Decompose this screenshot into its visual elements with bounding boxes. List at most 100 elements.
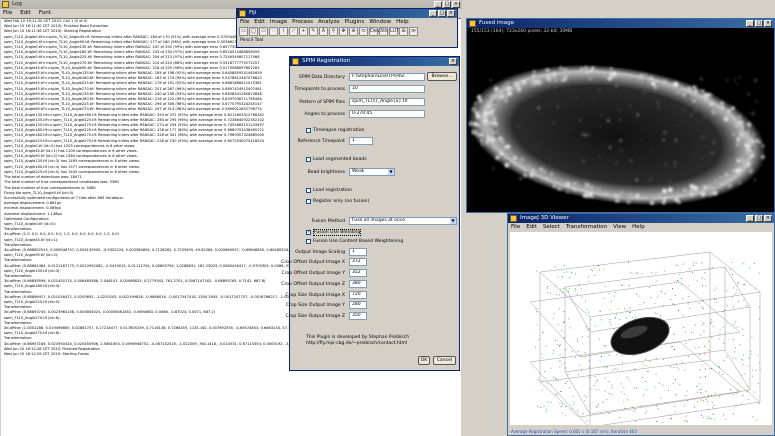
- spim-titlebar[interactable]: SPIM Registration ×: [290, 57, 459, 66]
- bead-point: [543, 405, 545, 407]
- nucleus-dot: [692, 100, 696, 103]
- fiji-titlebar[interactable]: Fiji _ □ ×: [237, 9, 457, 18]
- menu-file[interactable]: File: [240, 18, 249, 26]
- viewer-titlebar[interactable]: ImageJ 3D Viewer _ □ ×: [508, 214, 774, 223]
- chevron-down-icon[interactable]: ▼: [388, 169, 394, 175]
- tool-icon[interactable]: ⊞: [399, 27, 408, 36]
- cancel-button[interactable]: Cancel: [433, 356, 456, 365]
- tool-icon[interactable]: Stk: [379, 27, 388, 36]
- menu-file[interactable]: File: [511, 223, 520, 231]
- ok-button[interactable]: OK: [418, 356, 430, 365]
- menu-analyze[interactable]: Analyze: [318, 18, 340, 26]
- bead-point: [733, 324, 735, 326]
- menu-process[interactable]: Process: [292, 18, 313, 26]
- crop-x-field[interactable]: 372: [349, 258, 367, 266]
- bead-point: [724, 332, 726, 334]
- fused-titlebar[interactable]: Fused image _ □ ×: [467, 19, 774, 28]
- load-registration-checkbox[interactable]: Load registration: [306, 188, 352, 193]
- 3d-canvas[interactable]: [510, 232, 772, 425]
- fused-image-canvas[interactable]: [467, 37, 774, 212]
- register-only-checkbox[interactable]: Register only (no fusion): [306, 199, 369, 204]
- tool-icon[interactable]: ⟋: [289, 27, 298, 36]
- size-z-field[interactable]: 350: [349, 312, 367, 320]
- crop-z-field[interactable]: 380: [349, 280, 367, 288]
- menu-font[interactable]: Font: [39, 9, 51, 17]
- tool-icon[interactable]: A: [319, 27, 328, 36]
- menu-edit[interactable]: Edit: [254, 18, 265, 26]
- close-icon[interactable]: ×: [764, 20, 772, 27]
- fused-image-window: Fused image _ □ × 155/153 (164); 723x260…: [466, 18, 775, 213]
- close-icon[interactable]: ×: [449, 58, 457, 65]
- tool-icon[interactable]: ⬭: [359, 27, 368, 36]
- menu-help[interactable]: Help: [396, 18, 409, 26]
- nucleus-dot: [693, 156, 696, 159]
- close-icon[interactable]: ×: [764, 215, 772, 222]
- contact-link[interactable]: http://fly.mpi-cbg.de/~preibisch/contact…: [306, 341, 407, 347]
- tool-icon[interactable]: ▭: [239, 27, 248, 36]
- reference-field[interactable]: 1: [349, 137, 373, 145]
- timepoints-field[interactable]: 10: [349, 85, 425, 93]
- close-icon[interactable]: ×: [447, 10, 455, 17]
- blending-checkbox-box[interactable]: ✓: [306, 230, 311, 235]
- minimize-icon[interactable]: _: [429, 10, 437, 17]
- browse-button[interactable]: Browse...: [427, 72, 457, 81]
- close-icon[interactable]: ×: [452, 1, 460, 8]
- nucleus-dot: [517, 124, 520, 127]
- menu-plugins[interactable]: Plugins: [345, 18, 365, 26]
- timelapse-checkbox[interactable]: Timelapse registration: [306, 128, 364, 133]
- scaling-field[interactable]: 1: [349, 248, 367, 256]
- maximize-icon[interactable]: □: [755, 20, 763, 27]
- menu-help[interactable]: Help: [632, 223, 645, 231]
- register-only-checkbox-box[interactable]: [306, 199, 311, 204]
- data-dir-field[interactable]: F:\Stephan\Line\TP\HIS\: [349, 73, 425, 81]
- size-x-field[interactable]: 720: [349, 291, 367, 299]
- tool-icon[interactable]: LUT: [389, 27, 399, 36]
- maximize-icon[interactable]: □: [438, 10, 446, 17]
- fusion-method-select[interactable]: Fuse all images at once ▼: [349, 217, 457, 225]
- tool-icon[interactable]: Dev: [369, 27, 380, 36]
- menu-file[interactable]: File: [3, 9, 12, 17]
- menu-view[interactable]: View: [613, 223, 626, 231]
- timelapse-checkbox-box[interactable]: [306, 128, 311, 133]
- tool-icon[interactable]: ✎: [309, 27, 318, 36]
- menu-image[interactable]: Image: [270, 18, 287, 26]
- bead-point: [610, 394, 612, 396]
- minimize-icon[interactable]: _: [746, 20, 754, 27]
- chevron-down-icon[interactable]: ▼: [450, 218, 456, 224]
- tool-icon[interactable]: ∕: [279, 27, 288, 36]
- menu-transformation[interactable]: Transformation: [566, 223, 607, 231]
- menu-edit[interactable]: Edit: [20, 9, 31, 17]
- blending-checkbox[interactable]: ✓ Fusion Use Blending: [306, 229, 362, 236]
- tool-icon[interactable]: ⚲: [329, 27, 338, 36]
- load-beads-checkbox-box[interactable]: [306, 157, 311, 162]
- bead-point: [722, 374, 724, 376]
- tool-icon[interactable]: ◯: [249, 27, 258, 36]
- pattern-field[interactable]: spim_TL{t}_Angle{a}.tif: [349, 98, 425, 106]
- tool-icon[interactable]: ⊕: [349, 27, 358, 36]
- nucleus-dot: [494, 86, 499, 92]
- minimize-icon[interactable]: _: [746, 215, 754, 222]
- bead-point: [540, 407, 541, 408]
- menu-window[interactable]: Window: [369, 18, 391, 26]
- minimize-icon[interactable]: _: [434, 1, 442, 8]
- tool-icon[interactable]: +: [299, 27, 308, 36]
- tool-icon[interactable]: ♡: [269, 27, 278, 36]
- load-beads-checkbox[interactable]: Load segmented beads: [306, 157, 367, 162]
- 3d-scene[interactable]: [510, 232, 772, 425]
- maximize-icon[interactable]: □: [443, 1, 451, 8]
- angles-field[interactable]: 0-270:45: [349, 110, 425, 118]
- menu-edit[interactable]: Edit: [526, 223, 537, 231]
- tool-icon[interactable]: ⬠: [259, 27, 268, 36]
- nucleus-dot: [472, 129, 477, 134]
- content-weight-checkbox[interactable]: Fusion Use Content Based Weightening: [306, 239, 403, 244]
- tool-icon[interactable]: ≫: [409, 27, 418, 36]
- menu-select[interactable]: Select: [543, 223, 560, 231]
- crop-y-field[interactable]: 352: [349, 269, 367, 277]
- maximize-icon[interactable]: □: [755, 215, 763, 222]
- content-weight-checkbox-box[interactable]: [306, 239, 311, 244]
- size-y-field[interactable]: 280: [349, 301, 367, 309]
- bead-brightness-select[interactable]: Weak ▼: [349, 168, 395, 176]
- tool-icon[interactable]: ✥: [339, 27, 348, 36]
- bead-point: [607, 413, 609, 415]
- load-registration-checkbox-box[interactable]: [306, 188, 311, 193]
